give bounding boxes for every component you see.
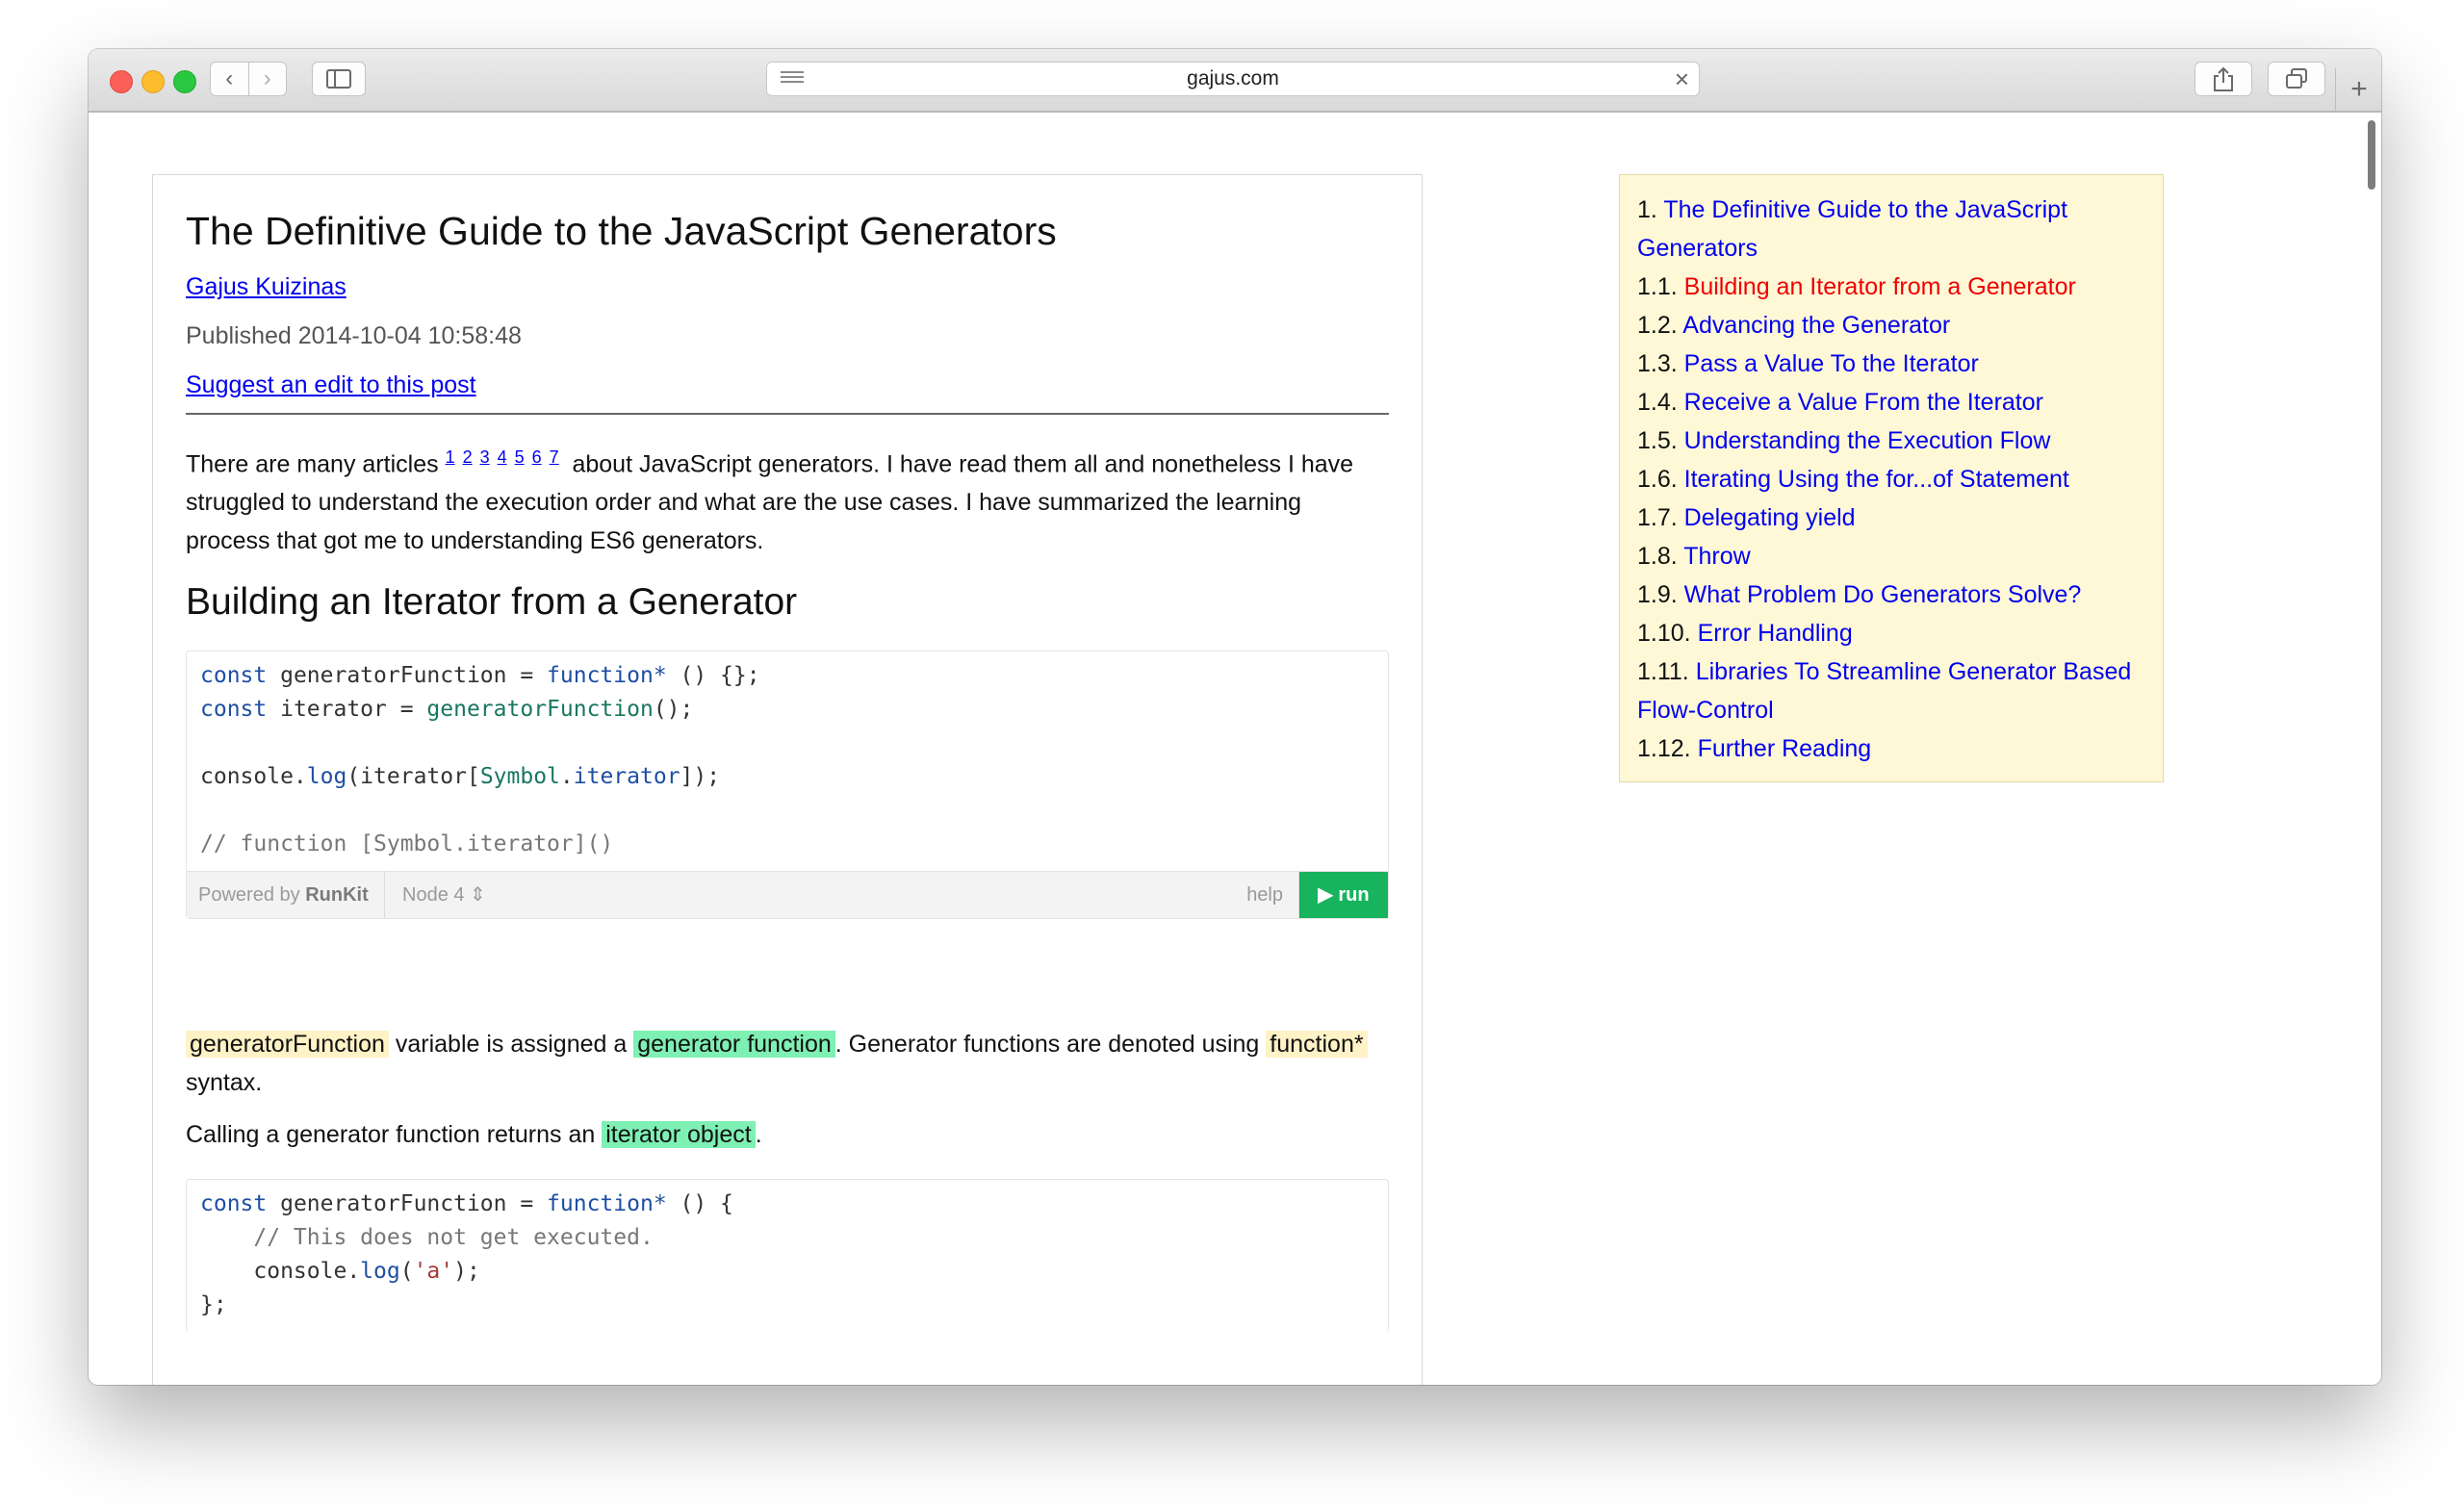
toc-link[interactable]: Delegating yield — [1684, 504, 1856, 531]
reference-link[interactable]: 7 — [550, 447, 559, 467]
code-block[interactable]: const generatorFunction = function* () {… — [187, 1180, 1388, 1332]
toc-link[interactable]: Further Reading — [1698, 735, 1872, 762]
toc-link[interactable]: Libraries To Streamline Generator Based … — [1637, 658, 2131, 724]
toc-link[interactable]: Pass a Value To the Iterator — [1684, 350, 1979, 377]
share-button[interactable] — [2194, 62, 2252, 96]
toc-link-active[interactable]: Building an Iterator from a Generator — [1684, 273, 2076, 300]
toc-item: 1.10. Error Handling — [1637, 620, 1853, 647]
toc-item: 1.4. Receive a Value From the Iterator — [1637, 389, 2043, 416]
tabs-icon — [2286, 68, 2307, 89]
node-version-select[interactable]: Node 4 ⇕ — [384, 872, 486, 919]
plus-icon[interactable]: + — [2335, 68, 2381, 111]
toc-link[interactable]: Receive a Value From the Iterator — [1684, 389, 2043, 416]
code-block[interactable]: const generatorFunction = function* () {… — [187, 651, 1388, 871]
paragraph: Calling a generator function returns an … — [186, 1121, 762, 1149]
close-window-button[interactable] — [110, 70, 133, 93]
sidebar-button[interactable] — [312, 62, 366, 96]
toc-item: 1.1. Building an Iterator from a Generat… — [1637, 273, 2076, 300]
author-link[interactable]: Gajus Kuizinas — [186, 273, 1389, 301]
show-tabs-button[interactable] — [2268, 62, 2325, 96]
toc-item: 1.2. Advancing the Generator — [1637, 312, 1951, 339]
share-icon — [2214, 66, 2233, 91]
sidebar-icon — [326, 69, 351, 89]
browser-toolbar: ‹ › gajus.com × + — [89, 49, 2381, 113]
address-bar[interactable]: gajus.com × — [766, 62, 1700, 96]
page-content: The Definitive Guide to the JavaScript G… — [89, 113, 2381, 1385]
back-icon[interactable]: ‹ — [211, 63, 248, 95]
powered-by-label[interactable]: Powered by RunKit — [198, 872, 369, 918]
minimize-window-button[interactable] — [141, 70, 165, 93]
close-icon[interactable]: × — [1675, 64, 1689, 93]
run-button[interactable]: ▶ run — [1299, 872, 1388, 919]
reference-link[interactable]: 1 — [446, 447, 455, 467]
toc-link[interactable]: Advancing the Generator — [1682, 312, 1950, 339]
toc-link[interactable]: Throw — [1683, 543, 1750, 570]
runkit-embed[interactable]: const generatorFunction = function* () {… — [186, 651, 1389, 920]
toc-item: 1.8. Throw — [1637, 543, 1751, 570]
toc-item: 1.9. What Problem Do Generators Solve? — [1637, 581, 2082, 608]
reference-links: 1234567 — [446, 446, 573, 468]
toc-link[interactable]: Understanding the Execution Flow — [1684, 427, 2051, 454]
zoom-window-button[interactable] — [173, 70, 196, 93]
help-link[interactable]: help — [1246, 872, 1299, 919]
page-title: The Definitive Guide to the JavaScript G… — [186, 209, 1057, 253]
toc-item: 1.6. Iterating Using the for...of Statem… — [1637, 466, 2069, 493]
table-of-contents: 1. The Definitive Guide to the JavaScrip… — [1619, 174, 2164, 782]
section-heading: Building an Iterator from a Generator — [186, 581, 798, 624]
term-highlight[interactable]: generator function — [633, 1031, 835, 1059]
scrollbar[interactable] — [2368, 120, 2375, 190]
reference-link[interactable]: 5 — [515, 447, 525, 467]
runkit-embed[interactable]: const generatorFunction = function* () {… — [186, 1179, 1389, 1333]
inline-code: function* — [1266, 1031, 1368, 1059]
intro-paragraph: There are many articles 1234567 about Ja… — [186, 438, 1389, 560]
toc-item: 1.11. Libraries To Streamline Generator … — [1637, 658, 2132, 724]
paragraph: generatorFunction variable is assigned a… — [186, 1025, 1389, 1102]
runkit-toolbar: Powered by RunKit Node 4 ⇕ help ▶ run — [187, 871, 1388, 919]
published-date: Published 2014-10-04 10:58:48 — [186, 322, 522, 349]
suggest-edit-link[interactable]: Suggest an edit to this post — [186, 371, 1389, 399]
article: The Definitive Guide to the JavaScript G… — [152, 174, 1423, 1385]
reference-link[interactable]: 3 — [480, 447, 490, 467]
toc-item: 1. The Definitive Guide to the JavaScrip… — [1637, 196, 2068, 262]
url-text[interactable]: gajus.com — [767, 63, 1699, 95]
browser-window: ‹ › gajus.com × + The Definitive Guide t… — [89, 49, 2381, 1385]
forward-icon[interactable]: › — [247, 63, 287, 95]
nav-buttons: ‹ › — [210, 62, 287, 96]
reference-link[interactable]: 4 — [498, 447, 507, 467]
reference-link[interactable]: 6 — [532, 447, 542, 467]
toc-item: 1.5. Understanding the Execution Flow — [1637, 427, 2051, 454]
intro-text: There are many articles — [186, 450, 439, 478]
toc-link[interactable]: Iterating Using the for...of Statement — [1684, 466, 2069, 493]
toc-item: 1.12. Further Reading — [1637, 735, 1872, 762]
toc-link[interactable]: The Definitive Guide to the JavaScript G… — [1637, 196, 2067, 262]
toc-item: 1.7. Delegating yield — [1637, 504, 1856, 531]
term-highlight[interactable]: iterator object — [602, 1121, 756, 1149]
divider — [186, 413, 1389, 415]
toc-item: 1.3. Pass a Value To the Iterator — [1637, 350, 1979, 377]
reference-link[interactable]: 2 — [463, 447, 473, 467]
toc-link[interactable]: What Problem Do Generators Solve? — [1684, 581, 2082, 608]
inline-code: generatorFunction — [186, 1031, 389, 1059]
toc-link[interactable]: Error Handling — [1698, 620, 1853, 647]
